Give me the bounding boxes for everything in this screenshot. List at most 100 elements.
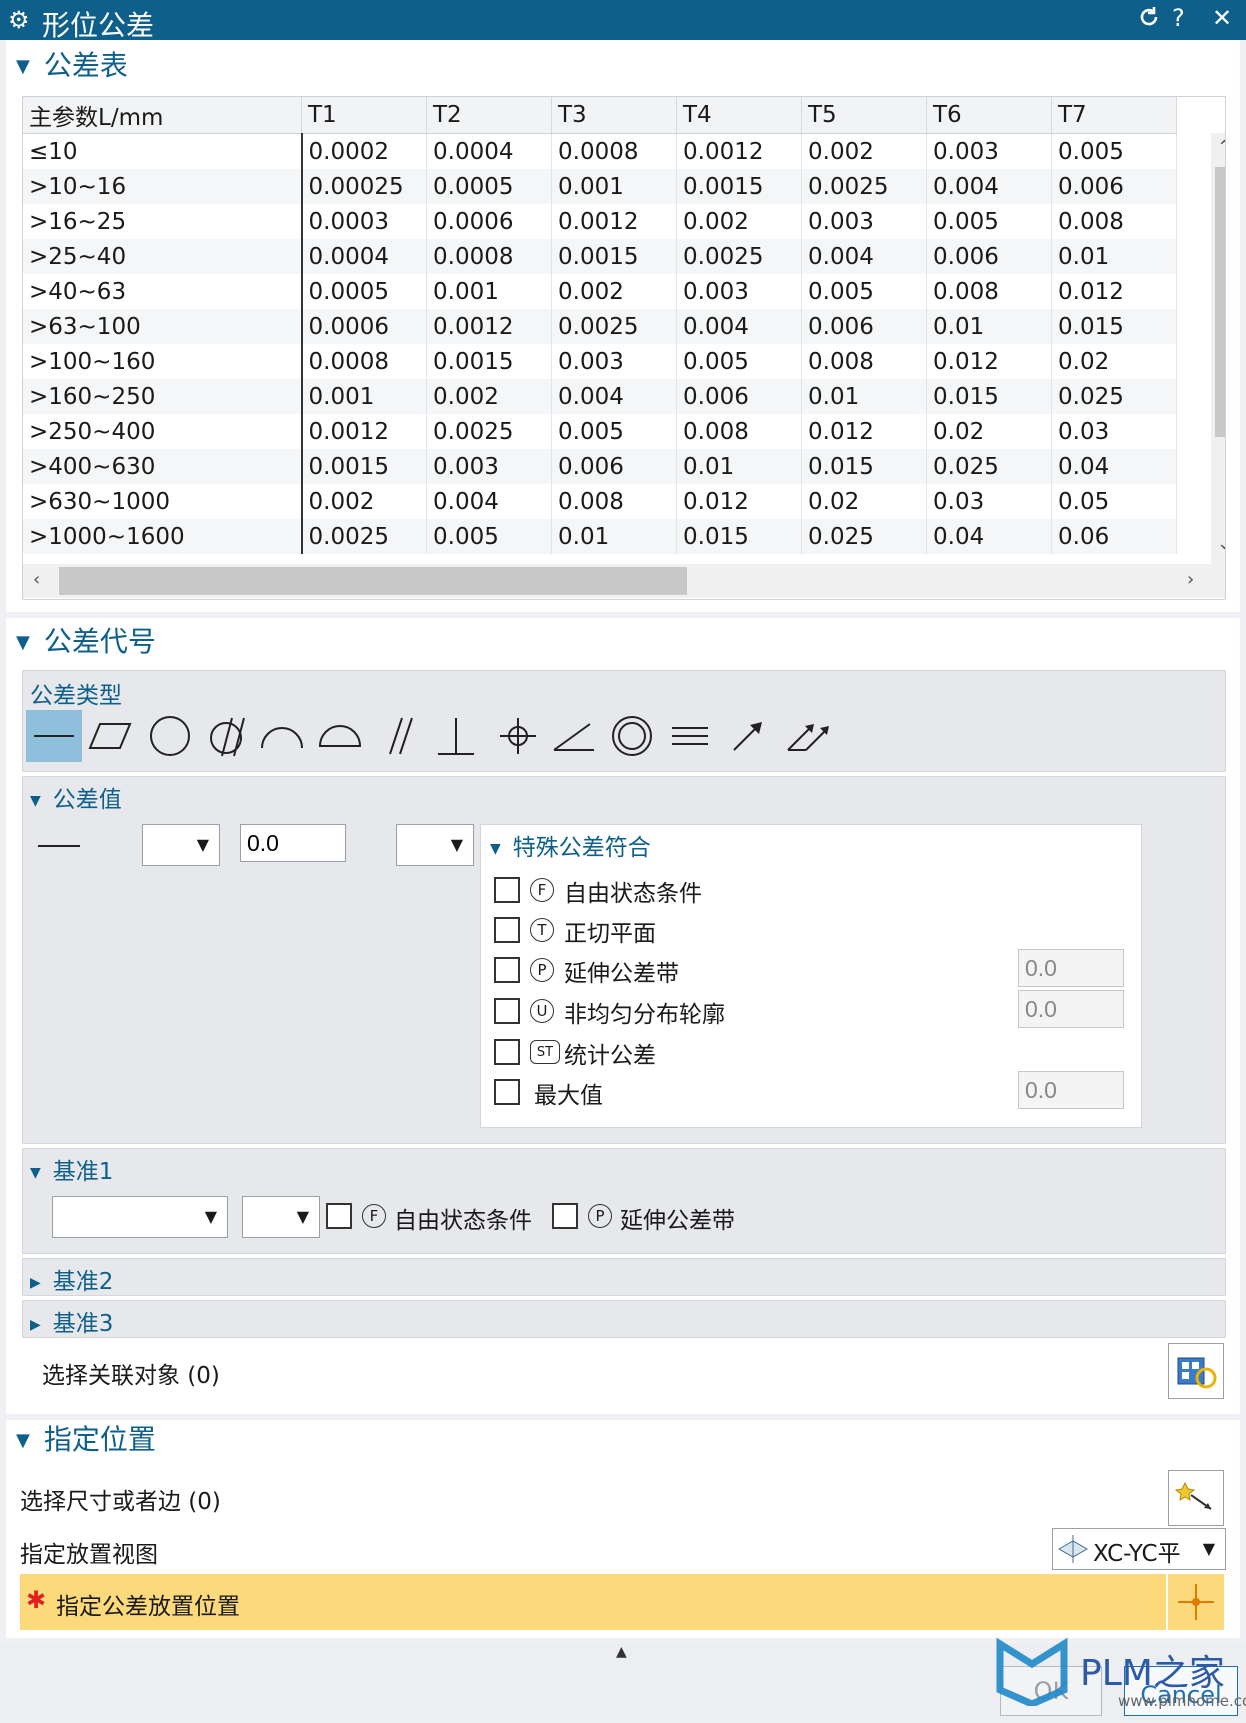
table-row[interactable]: >100~160 0.0008 0.0015 0.003 0.005 0.008 0.012… bbox=[23, 344, 1177, 379]
scroll-down-icon[interactable]: ⌄ bbox=[1217, 533, 1225, 554]
row-range-cell[interactable]: ≤10 bbox=[23, 133, 303, 169]
datum2-group[interactable] bbox=[22, 1258, 1226, 1296]
table-cell[interactable]: 0.0012 bbox=[676, 133, 802, 169]
table-cell[interactable]: 0.002 bbox=[676, 204, 802, 239]
table-cell[interactable]: 0.0003 bbox=[301, 204, 427, 239]
tolerance-table[interactable]: 主参数L/mm T1 T2 T3 T4 T5 T6 T7 ≤10 0.0002 0.0004 0.0… bbox=[22, 96, 1226, 600]
table-cell[interactable]: 0.006 bbox=[551, 449, 677, 484]
table-cell[interactable]: 0.02 bbox=[926, 414, 1052, 449]
column-header[interactable]: T5 bbox=[801, 97, 927, 134]
scroll-right-icon[interactable]: › bbox=[1187, 569, 1194, 590]
table-cell[interactable]: 0.01 bbox=[801, 379, 927, 414]
datum3-title[interactable]: ▶ 基准3 bbox=[30, 1304, 113, 1338]
reset-icon[interactable] bbox=[1136, 4, 1162, 36]
table-cell[interactable]: 0.02 bbox=[801, 484, 927, 519]
cylindricity-button[interactable] bbox=[198, 710, 254, 762]
diameter-dropdown[interactable]: ▼ bbox=[142, 824, 220, 866]
table-cell[interactable]: 0.001 bbox=[551, 169, 677, 204]
total-runout-button[interactable] bbox=[780, 710, 836, 762]
table-cell[interactable]: 0.003 bbox=[676, 274, 802, 309]
table-cell[interactable]: 0.003 bbox=[551, 344, 677, 379]
scroll-left-icon[interactable]: ‹ bbox=[33, 569, 40, 590]
table-cell[interactable]: 0.0005 bbox=[301, 274, 427, 309]
table-cell[interactable]: 0.03 bbox=[926, 484, 1052, 519]
table-cell[interactable]: 0.002 bbox=[301, 484, 427, 519]
concentricity-button[interactable] bbox=[604, 710, 660, 762]
table-cell[interactable]: 0.012 bbox=[926, 344, 1052, 379]
table-cell[interactable]: 0.005 bbox=[801, 274, 927, 309]
table-cell[interactable]: 0.0004 bbox=[301, 239, 427, 274]
table-cell[interactable]: 0.003 bbox=[426, 449, 552, 484]
help-button[interactable]: ? bbox=[1172, 4, 1185, 32]
symmetry-button[interactable] bbox=[662, 710, 718, 762]
table-cell[interactable]: 0.0002 bbox=[301, 133, 427, 169]
table-cell[interactable]: 0.006 bbox=[801, 309, 927, 344]
perpendicularity-button[interactable] bbox=[428, 710, 484, 762]
table-row[interactable]: >400~630 0.0015 0.003 0.006 0.01 0.015 0.025 0.… bbox=[23, 449, 1177, 484]
table-cell[interactable]: 0.005 bbox=[926, 204, 1052, 239]
table-cell[interactable]: 0.012 bbox=[801, 414, 927, 449]
table-cell[interactable]: 0.008 bbox=[676, 414, 802, 449]
column-header[interactable]: T7 bbox=[1051, 97, 1177, 134]
table-cell[interactable]: 0.04 bbox=[1051, 449, 1177, 484]
row-range-cell[interactable]: >250~400 bbox=[23, 414, 303, 449]
special-checkbox[interactable] bbox=[494, 957, 520, 983]
placement-view-dropdown[interactable]: XC-YC平 ▼ bbox=[1052, 1528, 1226, 1570]
section-tolerance-code[interactable]: ▼ 公差代号 bbox=[16, 620, 156, 660]
datum1-title[interactable]: ▼ 基准1 bbox=[30, 1152, 113, 1186]
table-row[interactable]: >40~63 0.0005 0.001 0.002 0.003 0.005 0.008 0.0… bbox=[23, 274, 1177, 309]
datum1-letter-dropdown[interactable]: ▼ bbox=[52, 1196, 228, 1238]
table-cell[interactable]: 0.004 bbox=[551, 379, 677, 414]
table-cell[interactable]: 0.003 bbox=[801, 204, 927, 239]
table-cell[interactable]: 0.002 bbox=[426, 379, 552, 414]
table-cell[interactable]: 0.0015 bbox=[551, 239, 677, 274]
section-tolerance-table[interactable]: ▼ 公差表 bbox=[16, 44, 128, 84]
datum2-title[interactable]: ▶ 基准2 bbox=[30, 1262, 113, 1296]
row-range-cell[interactable]: >40~63 bbox=[23, 274, 303, 309]
table-cell[interactable]: 0.06 bbox=[1051, 519, 1177, 554]
table-cell[interactable]: 0.0006 bbox=[426, 204, 552, 239]
table-cell[interactable]: 0.005 bbox=[676, 344, 802, 379]
column-header[interactable]: T4 bbox=[676, 97, 802, 134]
table-cell[interactable]: 0.001 bbox=[301, 379, 427, 414]
table-cell[interactable]: 0.012 bbox=[1051, 274, 1177, 309]
table-cell[interactable]: 0.006 bbox=[676, 379, 802, 414]
table-cell[interactable]: 0.0012 bbox=[426, 309, 552, 344]
table-cell[interactable]: 0.0015 bbox=[676, 169, 802, 204]
vertical-scrollbar[interactable]: ⌃ ⌄ bbox=[1211, 133, 1225, 564]
table-cell[interactable]: 0.0015 bbox=[426, 344, 552, 379]
table-cell[interactable]: 0.0005 bbox=[426, 169, 552, 204]
table-row[interactable]: ≤10 0.0002 0.0004 0.0008 0.0012 0.002 0.003 0.0… bbox=[23, 133, 1177, 169]
group-title-value[interactable]: ▼ 公差值 bbox=[30, 780, 122, 814]
table-cell[interactable]: 0.00025 bbox=[301, 169, 427, 204]
table-cell[interactable]: 0.01 bbox=[926, 309, 1052, 344]
special-checkbox[interactable] bbox=[494, 1039, 520, 1065]
datum1-projected-checkbox[interactable] bbox=[552, 1203, 578, 1229]
table-cell[interactable]: 0.0025 bbox=[676, 239, 802, 274]
column-header[interactable]: T1 bbox=[301, 97, 427, 134]
datum1-modifier-dropdown[interactable]: ▼ bbox=[242, 1196, 320, 1238]
table-cell[interactable]: 0.025 bbox=[1051, 379, 1177, 414]
circular-runout-button[interactable] bbox=[720, 710, 776, 762]
row-range-cell[interactable]: >630~1000 bbox=[23, 484, 303, 519]
table-cell[interactable]: 0.008 bbox=[1051, 204, 1177, 239]
table-cell[interactable]: 0.01 bbox=[551, 519, 677, 554]
table-row[interactable]: >1000~1600 0.0025 0.005 0.01 0.015 0.025 0.04 0… bbox=[23, 519, 1177, 554]
table-row[interactable]: >16~25 0.0003 0.0006 0.0012 0.002 0.003 0.005 0… bbox=[23, 204, 1177, 239]
close-button[interactable]: ✕ bbox=[1212, 4, 1232, 32]
table-cell[interactable]: 0.015 bbox=[801, 449, 927, 484]
datum1-free-state-checkbox[interactable] bbox=[326, 1203, 352, 1229]
position-button[interactable] bbox=[490, 710, 546, 762]
table-cell[interactable]: 0.025 bbox=[926, 449, 1052, 484]
flatness-button[interactable] bbox=[82, 710, 138, 762]
table-cell[interactable]: 0.008 bbox=[801, 344, 927, 379]
special-value-input[interactable] bbox=[1018, 990, 1124, 1028]
table-row[interactable]: >63~100 0.0006 0.0012 0.0025 0.004 0.006 0.01 0… bbox=[23, 309, 1177, 344]
row-range-cell[interactable]: >160~250 bbox=[23, 379, 303, 414]
table-cell[interactable]: 0.005 bbox=[426, 519, 552, 554]
table-cell[interactable]: 0.004 bbox=[801, 239, 927, 274]
table-cell[interactable]: 0.004 bbox=[676, 309, 802, 344]
collapse-up-icon[interactable]: ▲ bbox=[616, 1644, 627, 1660]
horizontal-scrollbar[interactable]: ‹ › bbox=[23, 564, 1225, 598]
column-header[interactable]: 主参数L/mm bbox=[23, 97, 302, 134]
